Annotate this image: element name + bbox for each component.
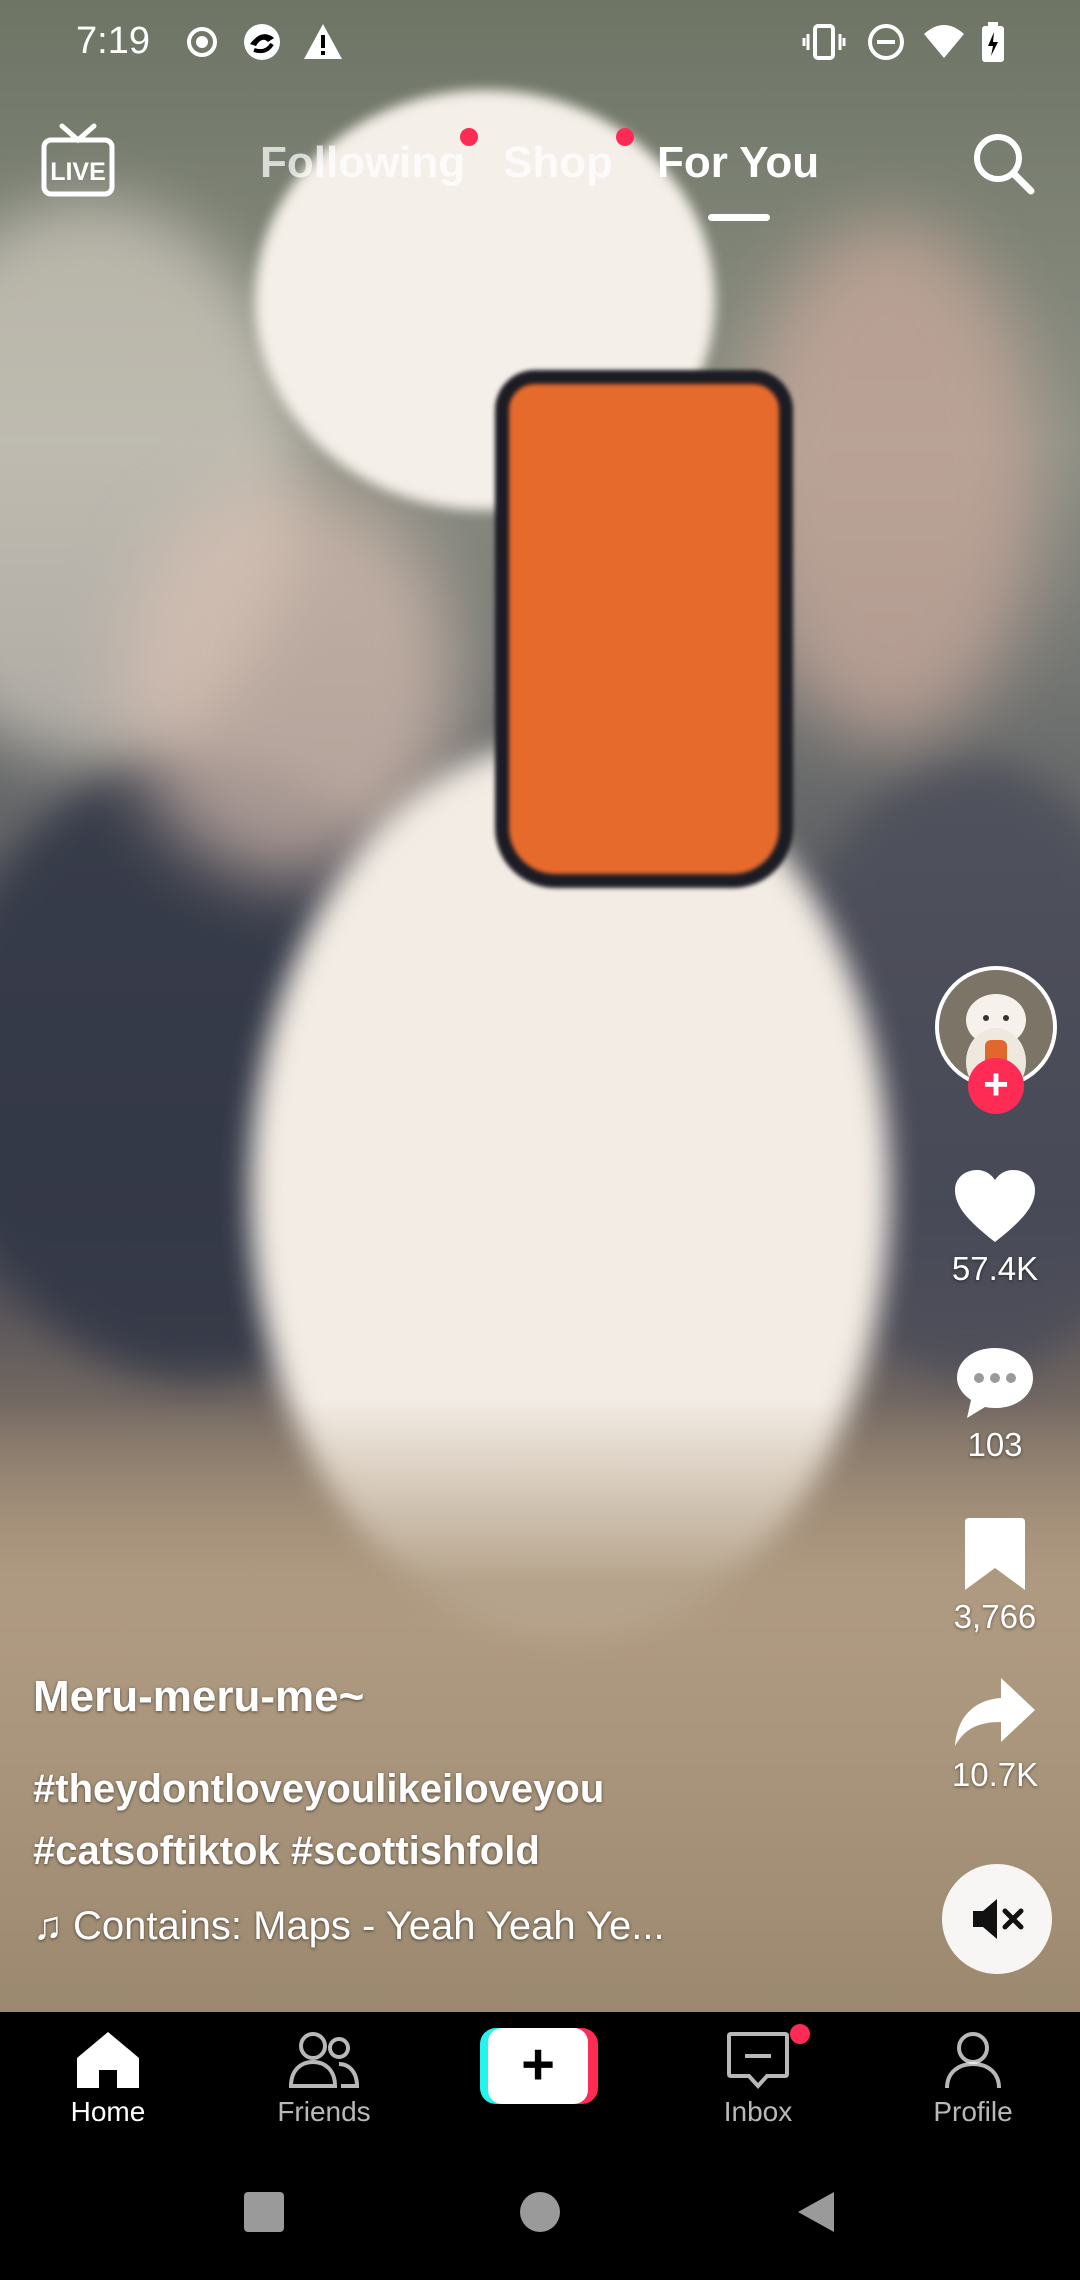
tab-following[interactable]: Following — [260, 138, 465, 188]
nav-friends[interactable]: Friends — [244, 2030, 404, 2128]
save-action[interactable]: 3,766 — [930, 1516, 1060, 1636]
battery-icon — [980, 22, 1006, 69]
music-info[interactable]: ♫ Contains: Maps - Yeah Yeah Ye... — [33, 1904, 665, 1949]
tiktok-screen: 7:19 LIVE Following Shop For You + 57.4K… — [0, 0, 1080, 2280]
music-note-icon: ♫ — [33, 1904, 63, 1948]
nav-profile[interactable]: Profile — [893, 2030, 1053, 2128]
inbox-icon — [727, 2032, 789, 2089]
like-action[interactable]: 57.4K — [930, 1168, 1060, 1288]
back-icon[interactable] — [794, 2190, 838, 2239]
status-bar: 7:19 — [0, 0, 1080, 86]
live-icon[interactable]: LIVE — [40, 122, 116, 200]
plus-icon: + — [488, 2028, 588, 2104]
shop-notification-dot — [616, 128, 634, 146]
tab-shop[interactable]: Shop — [503, 138, 613, 188]
music-title: Contains: Maps - Yeah Yeah Ye... — [73, 1904, 665, 1948]
comment-icon — [957, 1348, 1033, 1418]
bottom-nav: Home Friends + Inbox Profile — [0, 2012, 1080, 2162]
home-icon — [77, 2032, 139, 2088]
record-icon — [186, 22, 218, 67]
inbox-notification-dot — [790, 2024, 810, 2044]
nav-friends-label: Friends — [277, 2096, 371, 2127]
live-label: LIVE — [50, 158, 106, 186]
dnd-icon — [866, 22, 906, 67]
profile-icon — [945, 2032, 1001, 2089]
comment-count: 103 — [967, 1426, 1023, 1463]
nav-home[interactable]: Home — [28, 2030, 188, 2128]
mute-button[interactable] — [942, 1864, 1052, 1974]
top-nav: LIVE Following Shop For You — [0, 100, 1080, 240]
comment-action[interactable]: 103 — [930, 1344, 1060, 1464]
save-count: 3,766 — [953, 1598, 1037, 1635]
muted-speaker-icon — [973, 1899, 1024, 1939]
tab-for-you[interactable]: For You — [657, 138, 819, 188]
active-tab-indicator — [708, 214, 770, 221]
wifi-icon — [922, 22, 966, 67]
nav-inbox-label: Inbox — [723, 2096, 793, 2127]
like-count: 57.4K — [951, 1250, 1039, 1287]
search-icon[interactable] — [970, 130, 1036, 196]
nav-home-label: Home — [70, 2096, 146, 2127]
nav-profile-label: Profile — [933, 2096, 1013, 2127]
hashtag-line-2[interactable]: #catsoftiktok #scottishfold — [33, 1820, 893, 1882]
hashtag-line-1[interactable]: #theydontloveyoulikeiloveyou — [33, 1758, 893, 1820]
creator-avatar-group: + — [935, 966, 1057, 1116]
share-count: 10.7K — [951, 1756, 1039, 1793]
status-time: 7:19 — [76, 20, 150, 62]
browser-icon — [240, 22, 284, 67]
nav-inbox[interactable]: Inbox — [678, 2030, 838, 2128]
creator-username[interactable]: Meru-meru-me~ — [33, 1672, 364, 1722]
home-system-icon[interactable] — [518, 2190, 562, 2239]
video-description: #theydontloveyoulikeiloveyou #catsoftikt… — [33, 1758, 893, 1882]
bookmark-icon — [965, 1518, 1025, 1590]
system-nav-bar — [0, 2162, 1080, 2280]
warning-icon — [302, 22, 344, 67]
vibrate-icon — [802, 22, 846, 67]
share-icon — [955, 1678, 1035, 1746]
following-notification-dot — [460, 128, 478, 146]
share-action[interactable]: 10.7K — [930, 1674, 1060, 1794]
heart-icon — [955, 1170, 1035, 1242]
recents-icon[interactable] — [242, 2190, 286, 2239]
create-button[interactable]: + — [480, 2028, 598, 2104]
follow-button[interactable]: + — [968, 1058, 1024, 1114]
friends-icon — [289, 2032, 359, 2088]
